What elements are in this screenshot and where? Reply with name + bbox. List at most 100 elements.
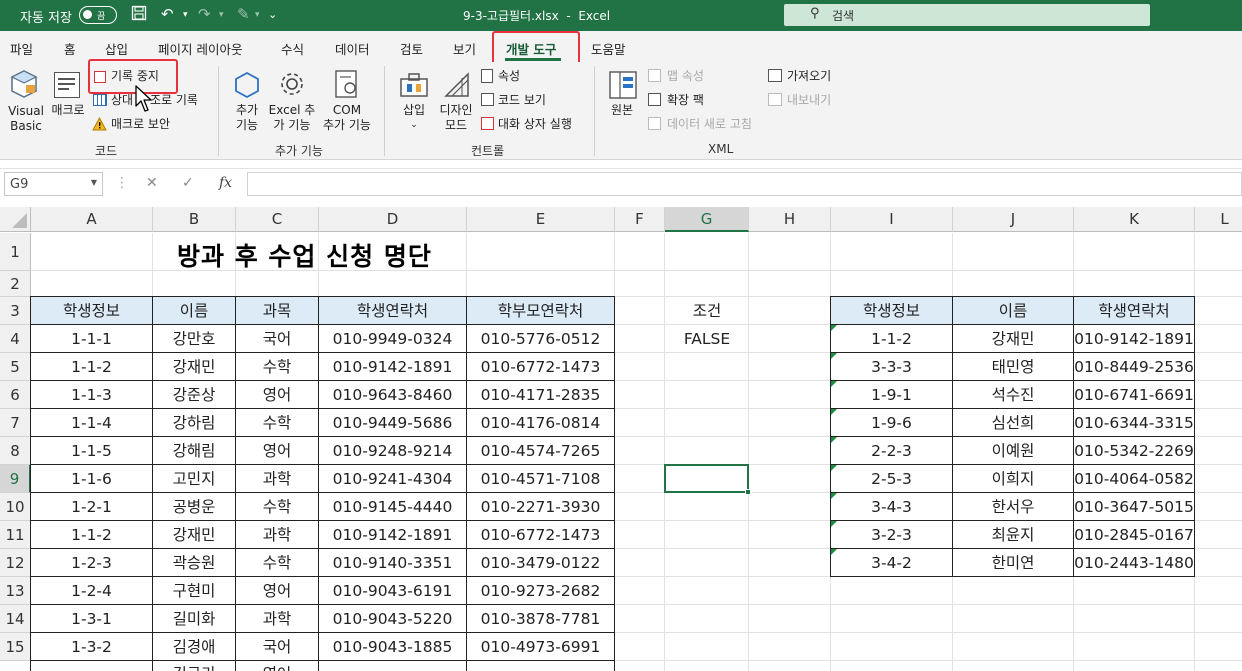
column-header-j[interactable]: J <box>953 207 1074 232</box>
criteria-value[interactable]: FALSE <box>665 325 749 353</box>
row-header-6[interactable]: 6 <box>0 381 31 409</box>
main-table-cell[interactable]: 010-9043-1885 <box>318 632 467 661</box>
insert-function-icon[interactable]: fx <box>219 175 232 191</box>
main-table-cell[interactable]: 010-9043-6191 <box>318 576 467 605</box>
row-header-1[interactable]: 1 <box>0 233 31 271</box>
main-table-cell[interactable]: 과학 <box>235 520 319 549</box>
main-table-header[interactable]: 학생정보 <box>30 296 153 325</box>
result-table-cell[interactable]: 2-2-3 <box>830 436 953 465</box>
row-header-8[interactable]: 8 <box>0 437 31 465</box>
main-table-cell[interactable]: 강하림 <box>152 408 236 437</box>
row-header-11[interactable]: 11 <box>0 521 31 549</box>
main-table-cell[interactable]: 공병운 <box>152 492 236 521</box>
criteria-label[interactable]: 조건 <box>665 297 749 325</box>
main-table-cell[interactable]: 010-4571-7108 <box>466 464 615 493</box>
result-table-cell[interactable]: 010-2845-0167 <box>1073 520 1195 549</box>
main-table-cell[interactable]: 010-4973-6991 <box>466 632 615 661</box>
result-table-cell[interactable]: 010-2443-1480 <box>1073 548 1195 577</box>
main-table-cell[interactable]: 길미화 <box>152 604 236 633</box>
main-table-cell[interactable]: 강준상 <box>152 380 236 409</box>
customize-qat-icon[interactable]: ⌄ <box>268 8 277 21</box>
result-table-cell[interactable]: 1-9-1 <box>830 380 953 409</box>
tab-home[interactable]: 홈 <box>64 39 76 58</box>
column-header-l[interactable]: L <box>1195 207 1242 232</box>
main-table-cell[interactable]: 010-3878-7781 <box>466 604 615 633</box>
row-header-4[interactable]: 4 <box>0 325 31 353</box>
main-table-cell[interactable]: 010-9949-0324 <box>318 324 467 353</box>
result-table-cell[interactable]: 010-8449-2536 <box>1073 352 1195 381</box>
main-table-cell[interactable] <box>30 660 153 671</box>
main-table-cell[interactable] <box>318 660 467 671</box>
row-header-9[interactable]: 9 <box>0 465 31 493</box>
autosave-toggle[interactable]: 끔 <box>79 6 117 24</box>
row-header-15[interactable]: 15 <box>0 633 31 661</box>
result-table-cell[interactable]: 010-4064-0582 <box>1073 464 1195 493</box>
main-table-cell[interactable]: 1-2-1 <box>30 492 153 521</box>
main-table-cell[interactable] <box>466 660 615 671</box>
format-painter-icon[interactable]: ✎ <box>237 5 250 23</box>
main-table-cell[interactable]: 010-9273-2682 <box>466 576 615 605</box>
main-table-cell[interactable]: 강재민 <box>152 520 236 549</box>
main-table-cell[interactable]: 영어 <box>235 380 319 409</box>
main-table-header[interactable]: 이름 <box>152 296 236 325</box>
main-table-cell[interactable]: 1-1-2 <box>30 352 153 381</box>
main-table-cell[interactable]: 010-9145-4440 <box>318 492 467 521</box>
column-header-c[interactable]: C <box>236 207 319 232</box>
result-table-cell[interactable]: 1-1-2 <box>830 324 953 353</box>
result-table-cell[interactable]: 010-6741-6691 <box>1073 380 1195 409</box>
column-header-a[interactable]: A <box>31 207 153 232</box>
main-table-cell[interactable]: 010-9140-3351 <box>318 548 467 577</box>
main-table-cell[interactable]: 1-1-6 <box>30 464 153 493</box>
row-header-3[interactable]: 3 <box>0 297 31 325</box>
main-table-cell[interactable]: 강해림 <box>152 436 236 465</box>
main-table-cell[interactable]: 010-2271-3930 <box>466 492 615 521</box>
main-table-cell[interactable]: 010-9142-1891 <box>318 520 467 549</box>
main-table-cell[interactable]: 1-2-4 <box>30 576 153 605</box>
row-header-5[interactable]: 5 <box>0 353 31 381</box>
main-table-cell[interactable]: 과학 <box>235 464 319 493</box>
main-table-cell[interactable]: 김규리 <box>152 660 236 671</box>
undo-dropdown-icon[interactable]: ▾ <box>183 10 188 20</box>
column-header-h[interactable]: H <box>749 207 831 232</box>
result-table-cell[interactable]: 010-9142-1891 <box>1073 324 1195 353</box>
result-table-cell[interactable]: 3-4-2 <box>830 548 953 577</box>
main-table-cell[interactable]: 구현미 <box>152 576 236 605</box>
result-table-cell[interactable]: 이희지 <box>952 464 1074 493</box>
result-table-cell[interactable]: 1-9-6 <box>830 408 953 437</box>
column-header-k[interactable]: K <box>1074 207 1195 232</box>
main-table-cell[interactable]: 1-1-1 <box>30 324 153 353</box>
main-table-cell[interactable]: 영어 <box>235 660 319 671</box>
main-table-cell[interactable]: 010-3479-0122 <box>466 548 615 577</box>
column-header-g[interactable]: G <box>665 207 749 232</box>
column-header-b[interactable]: B <box>153 207 236 232</box>
main-table-cell[interactable]: 010-9142-1891 <box>318 352 467 381</box>
main-table-cell[interactable]: 010-6772-1473 <box>466 352 615 381</box>
tab-page-layout[interactable]: 페이지 레이아웃 <box>158 39 242 58</box>
main-table-cell[interactable]: 과학 <box>235 604 319 633</box>
main-table-cell[interactable]: 010-9449-5686 <box>318 408 467 437</box>
column-header-e[interactable]: E <box>467 207 615 232</box>
enter-icon[interactable]: ✓ <box>182 175 194 191</box>
tab-file[interactable]: 파일 <box>10 39 33 58</box>
main-table-cell[interactable]: 1-1-5 <box>30 436 153 465</box>
main-table-cell[interactable]: 수학 <box>235 548 319 577</box>
main-table-cell[interactable]: 강재민 <box>152 352 236 381</box>
main-table-cell[interactable]: 1-1-3 <box>30 380 153 409</box>
result-table-cell[interactable]: 태민영 <box>952 352 1074 381</box>
cancel-icon[interactable]: ✕ <box>146 175 158 191</box>
main-table-cell[interactable]: 010-5776-0512 <box>466 324 615 353</box>
main-table-cell[interactable]: 국어 <box>235 324 319 353</box>
main-table-cell[interactable]: 010-9248-9214 <box>318 436 467 465</box>
formula-input[interactable] <box>247 172 1242 196</box>
column-header-d[interactable]: D <box>319 207 467 232</box>
main-table-cell[interactable]: 강만호 <box>152 324 236 353</box>
painter-dropdown-icon[interactable]: ▾ <box>255 10 260 20</box>
result-table-cell[interactable]: 010-3647-5015 <box>1073 492 1195 521</box>
result-table-cell[interactable]: 심선희 <box>952 408 1074 437</box>
row-header-13[interactable]: 13 <box>0 577 31 605</box>
result-table-header[interactable]: 학생정보 <box>830 296 953 325</box>
save-icon[interactable] <box>131 5 147 25</box>
result-table-header[interactable]: 이름 <box>952 296 1074 325</box>
main-table-cell[interactable]: 수학 <box>235 492 319 521</box>
search-box[interactable]: ⚲ 검색 <box>784 4 1150 26</box>
